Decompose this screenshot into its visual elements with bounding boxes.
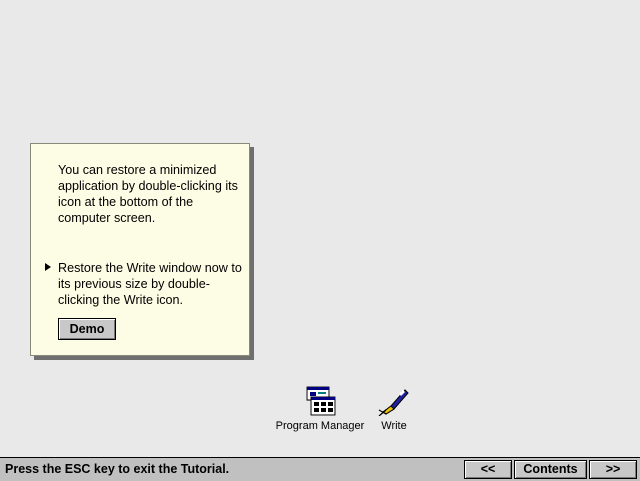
write-pen-icon (378, 389, 409, 416)
write-desktop-icon[interactable]: Write (372, 386, 416, 433)
tip-step-instruction: Restore the Write window now to its prev… (58, 261, 242, 307)
program-manager-icon (306, 386, 336, 416)
step-bullet-icon (45, 263, 51, 271)
program-manager-desktop-icon[interactable]: Program Manager (274, 386, 366, 433)
status-message: Press the ESC key to exit the Tutorial. (5, 462, 230, 476)
previous-button[interactable]: << (464, 460, 512, 479)
write-label: Write (381, 420, 407, 432)
tutorial-tip-card: You can restore a minimized application … (30, 143, 250, 356)
contents-button[interactable]: Contents (514, 460, 587, 479)
demo-button[interactable]: Demo (58, 318, 116, 340)
next-button[interactable]: >> (589, 460, 637, 479)
tip-paragraph: You can restore a minimized application … (58, 163, 238, 225)
tutorial-status-bar: Press the ESC key to exit the Tutorial. … (0, 457, 640, 481)
program-manager-label: Program Manager (275, 420, 365, 432)
desktop: You can restore a minimized application … (0, 0, 640, 457)
